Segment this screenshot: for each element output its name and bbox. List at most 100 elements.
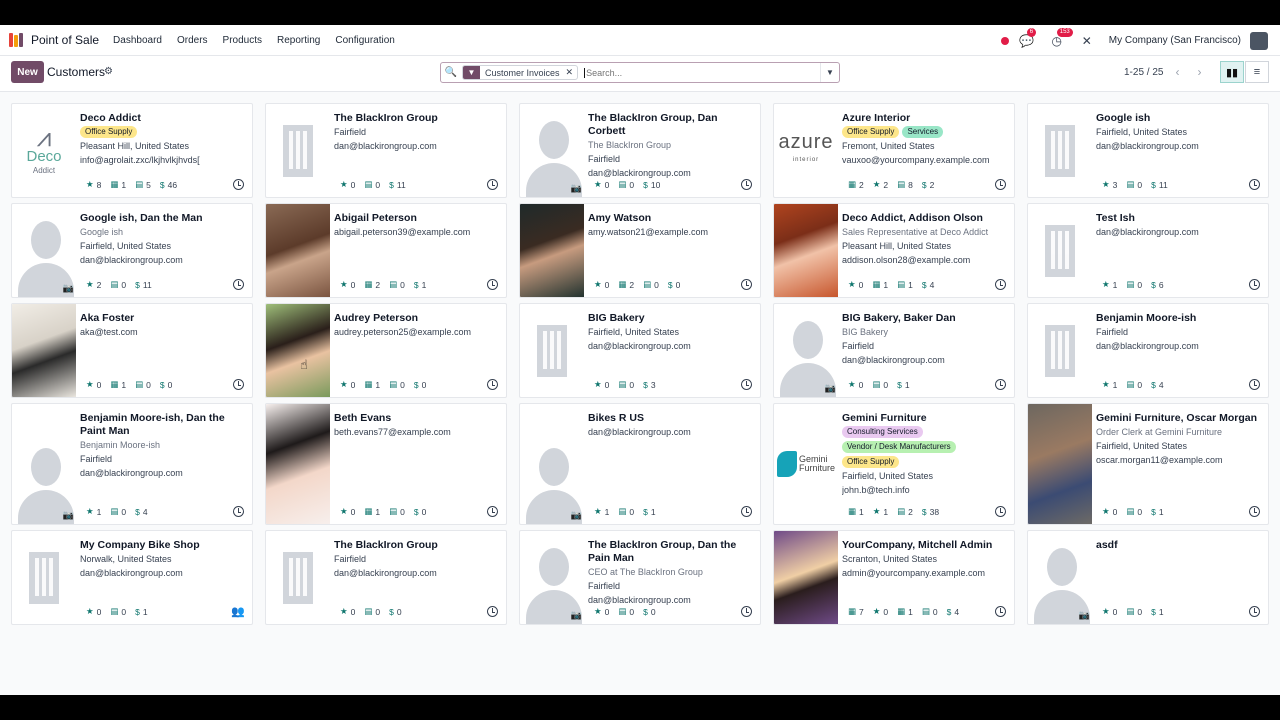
menu-orders[interactable]: Orders (177, 35, 208, 46)
customer-card[interactable]: 📷 BIG Bakery, Baker Dan BIG Bakery Fairfiel… (773, 303, 1015, 398)
customer-card[interactable]: Test Ish dan@blackirongroup.com ★ 1 ▤ 0 $6 (1027, 203, 1269, 298)
customer-card[interactable]: The BlackIron Group Fairfield dan@blackiro… (265, 103, 507, 198)
stat-counter[interactable]: $0 (668, 279, 680, 290)
menu-products[interactable]: Products (223, 35, 262, 46)
customer-card[interactable]: Deco Addict, Addison Olson Sales Represen… (773, 203, 1015, 298)
stat-counter[interactable]: ▦ 1 (848, 506, 864, 517)
stat-counter[interactable]: $0 (414, 379, 426, 390)
stat-counter[interactable]: ▤ 0 (110, 279, 126, 290)
stat-counter[interactable]: $1 (1151, 506, 1163, 517)
stat-counter[interactable]: $1 (414, 279, 426, 290)
customer-card[interactable]: My Company Bike Shop Norwalk, United Stat… (11, 530, 253, 625)
stat-counter[interactable]: ▤ 8 (897, 179, 913, 190)
stat-counter[interactable]: ▦ 1 (110, 379, 126, 390)
app-name[interactable]: Point of Sale (31, 33, 99, 47)
stat-counter[interactable]: ★ 1 (1102, 379, 1117, 390)
stat-counter[interactable]: ▤ 0 (389, 279, 405, 290)
stat-counter[interactable]: ▦ 1 (364, 379, 380, 390)
stat-counter[interactable]: $1 (897, 379, 909, 390)
stat-counter[interactable]: ▤ 0 (1126, 379, 1142, 390)
stat-counter[interactable]: ▤ 0 (1126, 506, 1142, 517)
stat-counter[interactable]: ★ 0 (340, 506, 355, 517)
stat-counter[interactable]: ▤ 0 (135, 379, 151, 390)
customer-card[interactable]: 📷 The BlackIron Group, Dan the Pain Man CE… (519, 530, 761, 625)
stat-counter[interactable]: $2 (922, 179, 934, 190)
stat-counter[interactable]: ★ 1 (86, 506, 101, 517)
stat-counter[interactable]: ▤ 0 (389, 506, 405, 517)
activity-clock-icon[interactable] (995, 606, 1006, 617)
customer-card[interactable]: Gemini Furniture Gemini Furniture Consultin… (773, 403, 1015, 525)
stat-counter[interactable]: $46 (160, 179, 177, 190)
stat-counter[interactable]: ▦ 2 (364, 279, 380, 290)
search-input[interactable] (584, 67, 815, 78)
activity-clock-icon[interactable]: ◷ 153 (1049, 27, 1073, 49)
stat-counter[interactable]: ▦ 1 (110, 179, 126, 190)
customer-card[interactable]: 📷 The BlackIron Group, Dan Corbett The Bla… (519, 103, 761, 198)
stat-counter[interactable]: ▤ 0 (110, 506, 126, 517)
new-button[interactable]: New (11, 61, 44, 83)
stat-counter[interactable]: $1 (643, 506, 655, 517)
stat-counter[interactable]: ▤ 2 (897, 506, 913, 517)
stat-counter[interactable]: $4 (135, 506, 147, 517)
stat-counter[interactable]: ▦ 7 (848, 606, 864, 617)
chevron-down-icon[interactable]: ▼ (820, 63, 839, 82)
customer-card[interactable]: The BlackIron Group Fairfield dan@blackiro… (265, 530, 507, 625)
stat-counter[interactable]: $38 (922, 506, 939, 517)
activity-clock-icon[interactable] (995, 179, 1006, 190)
customer-card[interactable]: Aka Foster aka@test.com ★ 0 ▦ 1 ▤ 0 $0 (11, 303, 253, 398)
stat-counter[interactable]: ▤ 0 (389, 379, 405, 390)
activity-clock-icon[interactable] (487, 379, 498, 390)
stat-counter[interactable]: ★ 1 (873, 506, 888, 517)
customer-card[interactable]: Google ish Fairfield, United States dan@bl… (1027, 103, 1269, 198)
customer-card[interactable]: 📷 Benjamin Moore-ish, Dan the Paint Man Be… (11, 403, 253, 525)
activity-clock-icon[interactable] (1249, 279, 1260, 290)
stat-counter[interactable]: ★ 0 (873, 606, 888, 617)
stat-counter[interactable]: ▤ 0 (618, 506, 634, 517)
stat-counter[interactable]: ▤ 1 (897, 279, 913, 290)
stat-counter[interactable]: ▦ 1 (872, 279, 888, 290)
customer-card[interactable]: BIG Bakery Fairfield, United States dan@bl… (519, 303, 761, 398)
tools-icon[interactable]: ✕ (1079, 33, 1095, 49)
stat-counter[interactable]: $1 (1151, 606, 1163, 617)
kanban-view-icon[interactable]: ▮▮ (1220, 61, 1244, 83)
stat-counter[interactable]: ★ 0 (1102, 506, 1117, 517)
stat-counter[interactable]: ★ 0 (594, 179, 609, 190)
stat-counter[interactable]: ▤ 0 (364, 606, 380, 617)
customer-card[interactable]: Audrey Peterson audrey.peterson25@example… (265, 303, 507, 398)
stat-counter[interactable]: ★ 1 (594, 506, 609, 517)
activity-clock-icon[interactable] (995, 506, 1006, 517)
activity-clock-icon[interactable] (741, 506, 752, 517)
stat-counter[interactable]: ▤ 0 (618, 606, 634, 617)
team-icon[interactable]: 👥 (231, 605, 245, 618)
customer-card[interactable]: Abigail Peterson abigail.peterson39@examp… (265, 203, 507, 298)
stat-counter[interactable]: $0 (160, 379, 172, 390)
customer-card[interactable]: Beth Evans beth.evans77@example.com ★ 0 ▦ 1 ▤ 0… (265, 403, 507, 525)
activity-clock-icon[interactable] (995, 279, 1006, 290)
activity-clock-icon[interactable] (741, 379, 752, 390)
stat-counter[interactable]: ★ 0 (594, 606, 609, 617)
stat-counter[interactable]: ▤ 0 (110, 606, 126, 617)
stat-counter[interactable]: ▤ 0 (1126, 179, 1142, 190)
activity-clock-icon[interactable] (487, 606, 498, 617)
activity-clock-icon[interactable] (741, 179, 752, 190)
stat-counter[interactable]: ▦ 2 (618, 279, 634, 290)
stat-counter[interactable]: $0 (389, 606, 401, 617)
stat-counter[interactable]: $11 (1151, 179, 1168, 190)
stat-counter[interactable]: ▤ 0 (618, 379, 634, 390)
activity-clock-icon[interactable] (741, 606, 752, 617)
stat-counter[interactable]: $11 (135, 279, 152, 290)
customer-card[interactable]: Benjamin Moore-ish Fairfield dan@blackiron… (1027, 303, 1269, 398)
activity-clock-icon[interactable] (487, 506, 498, 517)
stat-counter[interactable]: ▦ 2 (848, 179, 864, 190)
customer-card[interactable]: azure interior Azure Interior Office Supply… (773, 103, 1015, 198)
chevron-left-icon[interactable]: ‹ (1169, 63, 1186, 81)
activity-clock-icon[interactable] (233, 379, 244, 390)
search-icon[interactable]: 🔍 (441, 67, 461, 78)
activity-clock-icon[interactable] (1249, 506, 1260, 517)
activity-clock-icon[interactable] (487, 279, 498, 290)
activity-clock-icon[interactable] (741, 279, 752, 290)
stat-counter[interactable]: ★ 0 (1102, 606, 1117, 617)
stat-counter[interactable]: $11 (389, 179, 406, 190)
customer-card[interactable]: ⩘ Deco Addict Deco Addict Office Supply Pleas… (11, 103, 253, 198)
stat-counter[interactable]: ★ 2 (873, 179, 888, 190)
